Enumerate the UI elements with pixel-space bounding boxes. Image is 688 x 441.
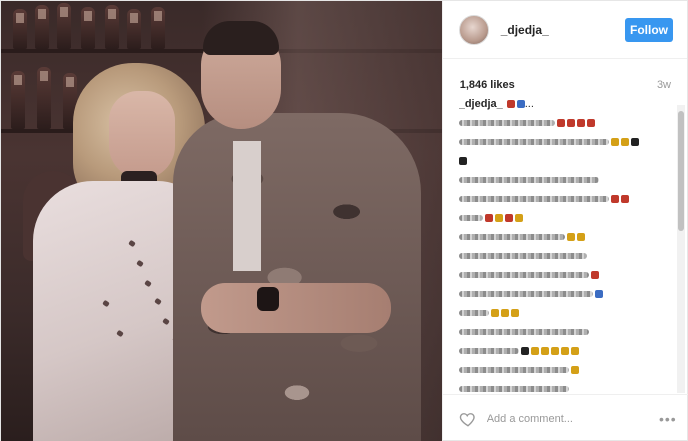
emoji-icon [530, 347, 539, 355]
post-side-panel: _djedja_ Follow 1,846 likes 3w _djedja_ … [441, 1, 688, 441]
heart-outline-icon[interactable] [459, 410, 477, 428]
comment-row [458, 211, 673, 225]
comment-row [458, 249, 673, 263]
man-camo-jacket [173, 113, 421, 441]
emoji-icon [510, 309, 519, 317]
add-comment-input[interactable] [486, 412, 659, 425]
time-ago[interactable]: 3w [657, 79, 671, 91]
follow-button[interactable]: Follow [625, 17, 673, 42]
emoji-icon [610, 195, 619, 203]
blurred-comment [458, 386, 569, 392]
emoji-icon [620, 138, 629, 146]
scrollbar-thumb[interactable] [678, 111, 684, 231]
emoji-icon [458, 157, 467, 165]
emoji-icon [590, 271, 599, 279]
comment-row [458, 306, 673, 320]
blurred-comment [458, 367, 569, 373]
bottle [105, 5, 119, 49]
wristwatch [257, 287, 279, 311]
emoji-icon [500, 309, 509, 317]
emoji-icon [540, 347, 549, 355]
blurred-comment [458, 215, 483, 221]
blurred-comment [458, 196, 609, 202]
emoji-icon [490, 309, 499, 317]
emoji-icon [516, 100, 525, 108]
emoji-icon [514, 214, 523, 222]
bottle [13, 9, 27, 49]
emoji-icon [576, 233, 585, 241]
bottle [11, 71, 25, 129]
caption-username[interactable]: _djedja_ [459, 98, 503, 110]
blurred-comment [458, 348, 519, 354]
bottle [57, 3, 71, 49]
comment-row [458, 268, 673, 282]
comment-row [458, 173, 673, 187]
emoji-icon [494, 214, 503, 222]
post-photo[interactable] [1, 1, 442, 441]
man-shirt [233, 141, 261, 271]
emoji-icon [520, 347, 529, 355]
blurred-comment [458, 139, 609, 145]
comment-row [458, 116, 673, 130]
post-meta: 1,846 likes 3w [443, 59, 687, 97]
ellipsis-icon[interactable]: ••• [659, 411, 677, 427]
emoji-icon [506, 100, 515, 108]
comment-row [458, 287, 673, 301]
comments-list: _djedja_ ... [458, 97, 673, 397]
instagram-post: _djedja_ Follow 1,846 likes 3w _djedja_ … [0, 0, 688, 441]
emoji-icon [630, 138, 639, 146]
comment-row [458, 154, 673, 168]
comment-row [458, 325, 673, 339]
emoji-icon [484, 214, 493, 222]
emoji-icon [550, 347, 559, 355]
comment-row [458, 192, 673, 206]
blurred-comment [458, 329, 589, 335]
woman-face [109, 91, 175, 179]
blurred-comment [458, 120, 555, 126]
crossed-arms [201, 283, 391, 333]
comment-row [458, 230, 673, 244]
emoji-icon [570, 347, 579, 355]
emoji-icon [586, 119, 595, 127]
bottle [127, 9, 141, 49]
bottle [35, 5, 49, 49]
emoji-icon [566, 233, 575, 241]
blurred-comment [458, 177, 599, 183]
emoji-icon [576, 119, 585, 127]
emoji-icon [620, 195, 629, 203]
blurred-comment [458, 272, 589, 278]
bottle [37, 67, 51, 129]
comment-row [458, 344, 673, 358]
comment-row [458, 135, 673, 149]
bottle [81, 7, 95, 49]
blurred-comment [458, 310, 489, 316]
comment-footer: ••• [442, 394, 688, 441]
avatar[interactable] [458, 14, 489, 45]
post-header: _djedja_ Follow [442, 1, 687, 59]
caption: _djedja_ ... [459, 97, 673, 111]
emoji-icon [594, 290, 603, 298]
bottle [151, 7, 165, 49]
man-hair [203, 21, 279, 55]
emoji-icon [556, 119, 565, 127]
username[interactable]: _djedja_ [501, 23, 625, 37]
emoji-icon [566, 119, 575, 127]
blurred-comment [458, 234, 565, 240]
likes-count[interactable]: 1,846 likes [460, 79, 515, 91]
emoji-icon [560, 347, 569, 355]
comment-row [458, 363, 673, 377]
blurred-comment [458, 291, 593, 297]
emoji-icon [610, 138, 619, 146]
emoji-icon [504, 214, 513, 222]
blurred-comment [458, 253, 587, 259]
caption-ellipsis: ... [524, 98, 534, 110]
emoji-icon [570, 366, 579, 374]
